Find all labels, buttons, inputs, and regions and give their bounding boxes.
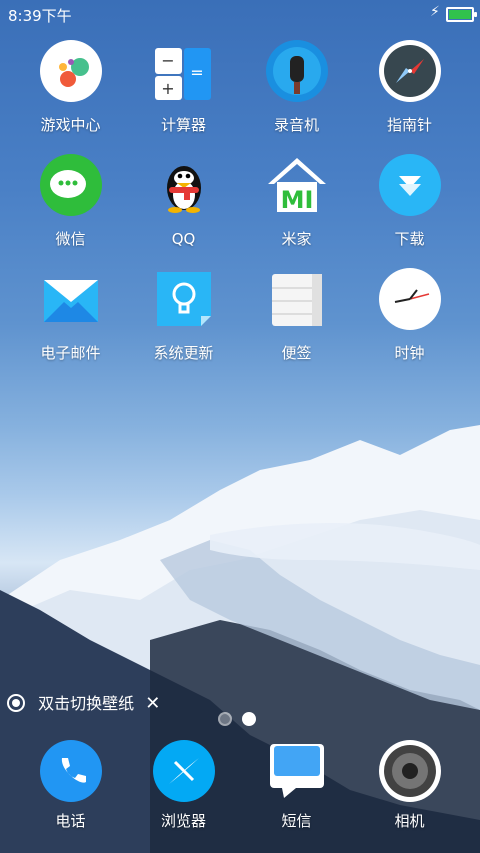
app-compass[interactable]: 指南针: [353, 40, 466, 134]
app-download[interactable]: 下载: [353, 154, 466, 248]
app-label: 下载: [394, 230, 425, 248]
app-system-update[interactable]: 系统更新: [127, 268, 240, 362]
charging-icon: ⚡: [430, 4, 440, 20]
page-dot[interactable]: [218, 712, 232, 726]
notes-icon: [266, 268, 328, 330]
system-update-bulb-icon: [153, 268, 215, 330]
app-camera[interactable]: 相机: [353, 740, 466, 830]
wallpaper-tip[interactable]: 双击切换壁纸 ✕: [7, 690, 160, 714]
app-label: QQ: [171, 230, 196, 248]
page-dot-active[interactable]: [242, 712, 256, 726]
dock: 电话 浏览器 短信 相机: [0, 740, 480, 853]
wallpaper-tip-icon: [7, 693, 25, 712]
battery-icon: [446, 7, 477, 22]
game-center-icon: [39, 40, 102, 102]
app-clock[interactable]: 时钟: [353, 268, 466, 362]
clock-icon: [378, 268, 441, 330]
app-browser[interactable]: 浏览器: [127, 740, 240, 830]
status-time: 8:39下午: [8, 7, 72, 25]
download-icon: [378, 154, 441, 216]
app-mijia[interactable]: MI 米家: [240, 154, 353, 248]
email-envelope-icon: [40, 268, 102, 330]
app-label: 米家: [281, 230, 312, 248]
compass-icon: [378, 40, 441, 102]
svg-text:=: =: [190, 63, 203, 82]
svg-text:MI: MI: [280, 186, 313, 214]
app-email[interactable]: 电子邮件: [14, 268, 127, 362]
app-label: 相机: [394, 812, 425, 830]
app-label: 浏览器: [160, 812, 206, 830]
app-calculator[interactable]: − + = 计算器: [127, 40, 240, 134]
app-label: 微信: [55, 230, 86, 248]
wechat-icon: [39, 154, 102, 216]
wallpaper-tip-text: 双击切换壁纸: [38, 694, 135, 713]
qq-penguin-icon: [153, 154, 215, 216]
app-label: 计算器: [160, 116, 206, 134]
phone-icon: [39, 740, 102, 802]
app-label: 短信: [281, 812, 312, 830]
close-icon[interactable]: ✕: [145, 693, 160, 714]
browser-icon: [152, 740, 215, 802]
page-indicator: [218, 712, 256, 726]
app-wechat[interactable]: 微信: [14, 154, 127, 248]
app-label: 指南针: [386, 116, 432, 134]
app-sms[interactable]: 短信: [240, 740, 353, 830]
sms-icon: [266, 740, 328, 802]
recorder-icon: [265, 40, 328, 102]
camera-icon: [378, 740, 441, 802]
app-qq[interactable]: QQ: [127, 154, 240, 248]
app-label: 系统更新: [153, 344, 214, 362]
app-label: 便签: [281, 344, 312, 362]
mijia-house-icon: MI: [266, 154, 328, 216]
app-label: 游戏中心: [40, 116, 101, 134]
app-label: 录音机: [273, 116, 319, 134]
status-bar: 8:39下午 ⚡: [0, 0, 480, 28]
svg-text:+: +: [161, 79, 174, 98]
app-label: 电子邮件: [40, 344, 101, 362]
calculator-icon: − + =: [153, 40, 215, 102]
app-recorder[interactable]: 录音机: [240, 40, 353, 134]
app-label: 电话: [55, 812, 86, 830]
app-notes[interactable]: 便签: [240, 268, 353, 362]
app-game-center[interactable]: 游戏中心: [14, 40, 127, 134]
app-label: 时钟: [394, 344, 425, 362]
svg-text:−: −: [161, 51, 174, 70]
app-phone[interactable]: 电话: [14, 740, 127, 830]
